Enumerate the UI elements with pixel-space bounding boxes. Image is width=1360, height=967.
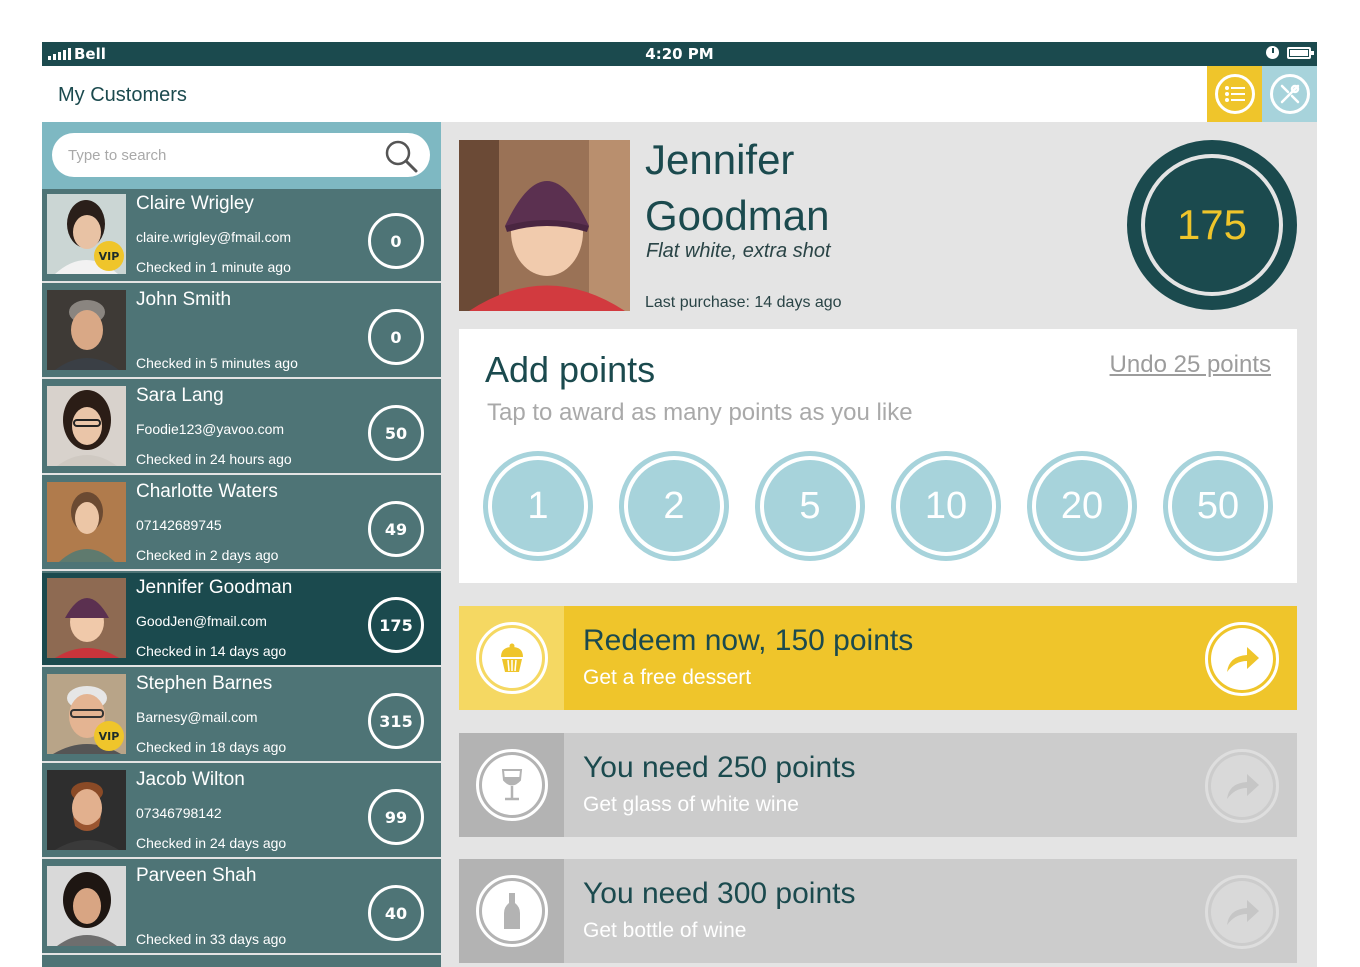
customer-name: Parveen Shah: [136, 865, 257, 886]
customer-points: 40: [368, 885, 424, 941]
app-window: Bell 4:20 PM My Customers Type to search…: [42, 42, 1317, 967]
customer-name: Jennifer Goodman: [136, 577, 293, 598]
profile-preference: Flat white, extra shot: [646, 240, 831, 262]
search-bar: [42, 122, 441, 189]
avatar: [47, 386, 126, 466]
app-header: My Customers: [42, 66, 1317, 122]
reward-title: You need 300 points: [583, 877, 856, 910]
redeem-arrow-icon: [1227, 900, 1259, 925]
customer-contact: claire.wrigley@fmail.com: [136, 229, 292, 245]
customer-name: Stephen Barnes: [136, 673, 273, 694]
customer-row[interactable]: Charlotte Waters 07142689745 Checked in …: [42, 477, 441, 571]
customer-points: 315: [368, 693, 424, 749]
settings-button[interactable]: [1262, 66, 1317, 122]
list-icon: [1224, 86, 1245, 102]
vip-badge: VIP: [94, 721, 124, 751]
customer-row[interactable]: VIP Claire Wrigley claire.wrigley@fmail.…: [42, 189, 441, 283]
customer-row[interactable]: Sara Lang Foodie123@yavoo.com Checked in…: [42, 381, 441, 475]
redeem-button-disabled: [1205, 875, 1279, 949]
tools-icon: [1280, 84, 1299, 104]
search-box[interactable]: [52, 133, 430, 177]
customer-checkin: Checked in 24 days ago: [136, 835, 287, 851]
list-view-button[interactable]: [1207, 66, 1262, 122]
customer-contact: 07346798142: [136, 805, 222, 821]
customer-row[interactable]: John Smith Checked in 5 minutes ago 0: [42, 285, 441, 379]
customer-row[interactable]: VIP Stephen Barnes Barnesy@mail.com Chec…: [42, 669, 441, 763]
customer-points: 175: [368, 597, 424, 653]
customer-name: John Smith: [136, 289, 232, 310]
customer-checkin: Checked in 18 days ago: [136, 739, 287, 755]
customer-checkin: Checked in 14 days ago: [136, 643, 287, 659]
profile-name: Jennifer Goodman: [645, 132, 1075, 244]
customer-name: Charlotte Waters: [136, 481, 278, 502]
avatar: [47, 290, 126, 370]
customer-checkin: Checked in 1 minute ago: [136, 259, 291, 275]
add-points-button-5[interactable]: 5: [755, 451, 865, 561]
avatar: [47, 770, 126, 850]
avatar: [47, 482, 126, 562]
page-title: My Customers: [58, 84, 187, 106]
customer-checkin: Checked in 5 minutes ago: [136, 355, 298, 371]
customer-checkin: Checked in 2 days ago: [136, 547, 279, 563]
add-points-button-50[interactable]: 50: [1163, 451, 1273, 561]
vip-badge: VIP: [94, 241, 124, 271]
add-points-button-1[interactable]: 1: [483, 451, 593, 561]
customer-points: 0: [368, 213, 424, 269]
customer-row[interactable]: Jacob Wilton 07346798142 Checked in 24 d…: [42, 765, 441, 859]
add-points-button-20[interactable]: 20: [1027, 451, 1137, 561]
points-total-badge: 175: [1127, 140, 1297, 310]
customer-sidebar: VIP Claire Wrigley claire.wrigley@fmail.…: [42, 122, 441, 967]
wine-glass-icon: [501, 769, 522, 801]
reward-row-wine-bottle: You need 300 points Get bottle of wine: [459, 859, 1297, 963]
avatar: [47, 866, 126, 946]
customer-points: 0: [368, 309, 424, 365]
reward-subtitle: Get glass of white wine: [583, 793, 799, 816]
alarm-icon: [1266, 46, 1279, 59]
customer-row[interactable]: Parveen Shah Checked in 33 days ago 40: [42, 861, 441, 955]
cupcake-icon: [500, 643, 523, 672]
search-input[interactable]: [68, 143, 368, 167]
customer-points: 49: [368, 501, 424, 557]
customer-checkin: Checked in 33 days ago: [136, 931, 287, 947]
profile-photo: [459, 140, 630, 311]
reward-title: Redeem now, 150 points: [583, 624, 914, 657]
customer-checkin: Checked in 24 hours ago: [136, 451, 292, 467]
reward-row-white-wine: You need 250 points Get glass of white w…: [459, 733, 1297, 837]
undo-points-link[interactable]: Undo 25 points: [1110, 351, 1271, 379]
customer-points: 50: [368, 405, 424, 461]
customer-name: Jacob Wilton: [136, 769, 245, 790]
status-time: 4:20 PM: [645, 45, 714, 63]
wine-bottle-icon: [503, 893, 520, 929]
redeem-arrow-icon: [1227, 774, 1259, 799]
reward-row-dessert[interactable]: Redeem now, 150 points Get a free desser…: [459, 606, 1297, 710]
battery-icon: [1287, 46, 1314, 59]
customer-contact: 07142689745: [136, 517, 222, 533]
status-bar: Bell 4:20 PM: [42, 42, 1317, 66]
reward-title: You need 250 points: [583, 751, 856, 784]
customer-contact: Foodie123@yavoo.com: [136, 421, 285, 437]
redeem-arrow-icon: [1227, 647, 1259, 672]
redeem-button-disabled: [1205, 749, 1279, 823]
add-points-subtitle: Tap to award as many points as you like: [487, 399, 913, 426]
customer-points: 99: [368, 789, 424, 845]
search-icon[interactable]: [384, 139, 418, 173]
customer-contact: GoodJen@fmail.com: [136, 613, 267, 629]
add-points-button-10[interactable]: 10: [891, 451, 1001, 561]
profile-first-name: Jennifer: [645, 136, 795, 183]
add-points-button-2[interactable]: 2: [619, 451, 729, 561]
add-points-title: Add points: [485, 349, 656, 390]
reward-subtitle: Get bottle of wine: [583, 919, 747, 942]
customer-name: Sara Lang: [136, 385, 224, 406]
redeem-button[interactable]: [1205, 622, 1279, 696]
customer-row-selected[interactable]: Jennifer Goodman GoodJen@fmail.com Check…: [42, 573, 441, 667]
reward-subtitle: Get a free dessert: [583, 666, 752, 689]
avatar: [47, 578, 126, 658]
add-points-card: Add points Tap to award as many points a…: [459, 329, 1297, 583]
customer-contact: Barnesy@mail.com: [136, 709, 258, 725]
profile-last-name: Goodman: [645, 192, 830, 239]
profile-last-purchase: Last purchase: 14 days ago: [645, 294, 842, 311]
customer-name: Claire Wrigley: [136, 193, 254, 214]
points-total: 175: [1145, 158, 1279, 292]
